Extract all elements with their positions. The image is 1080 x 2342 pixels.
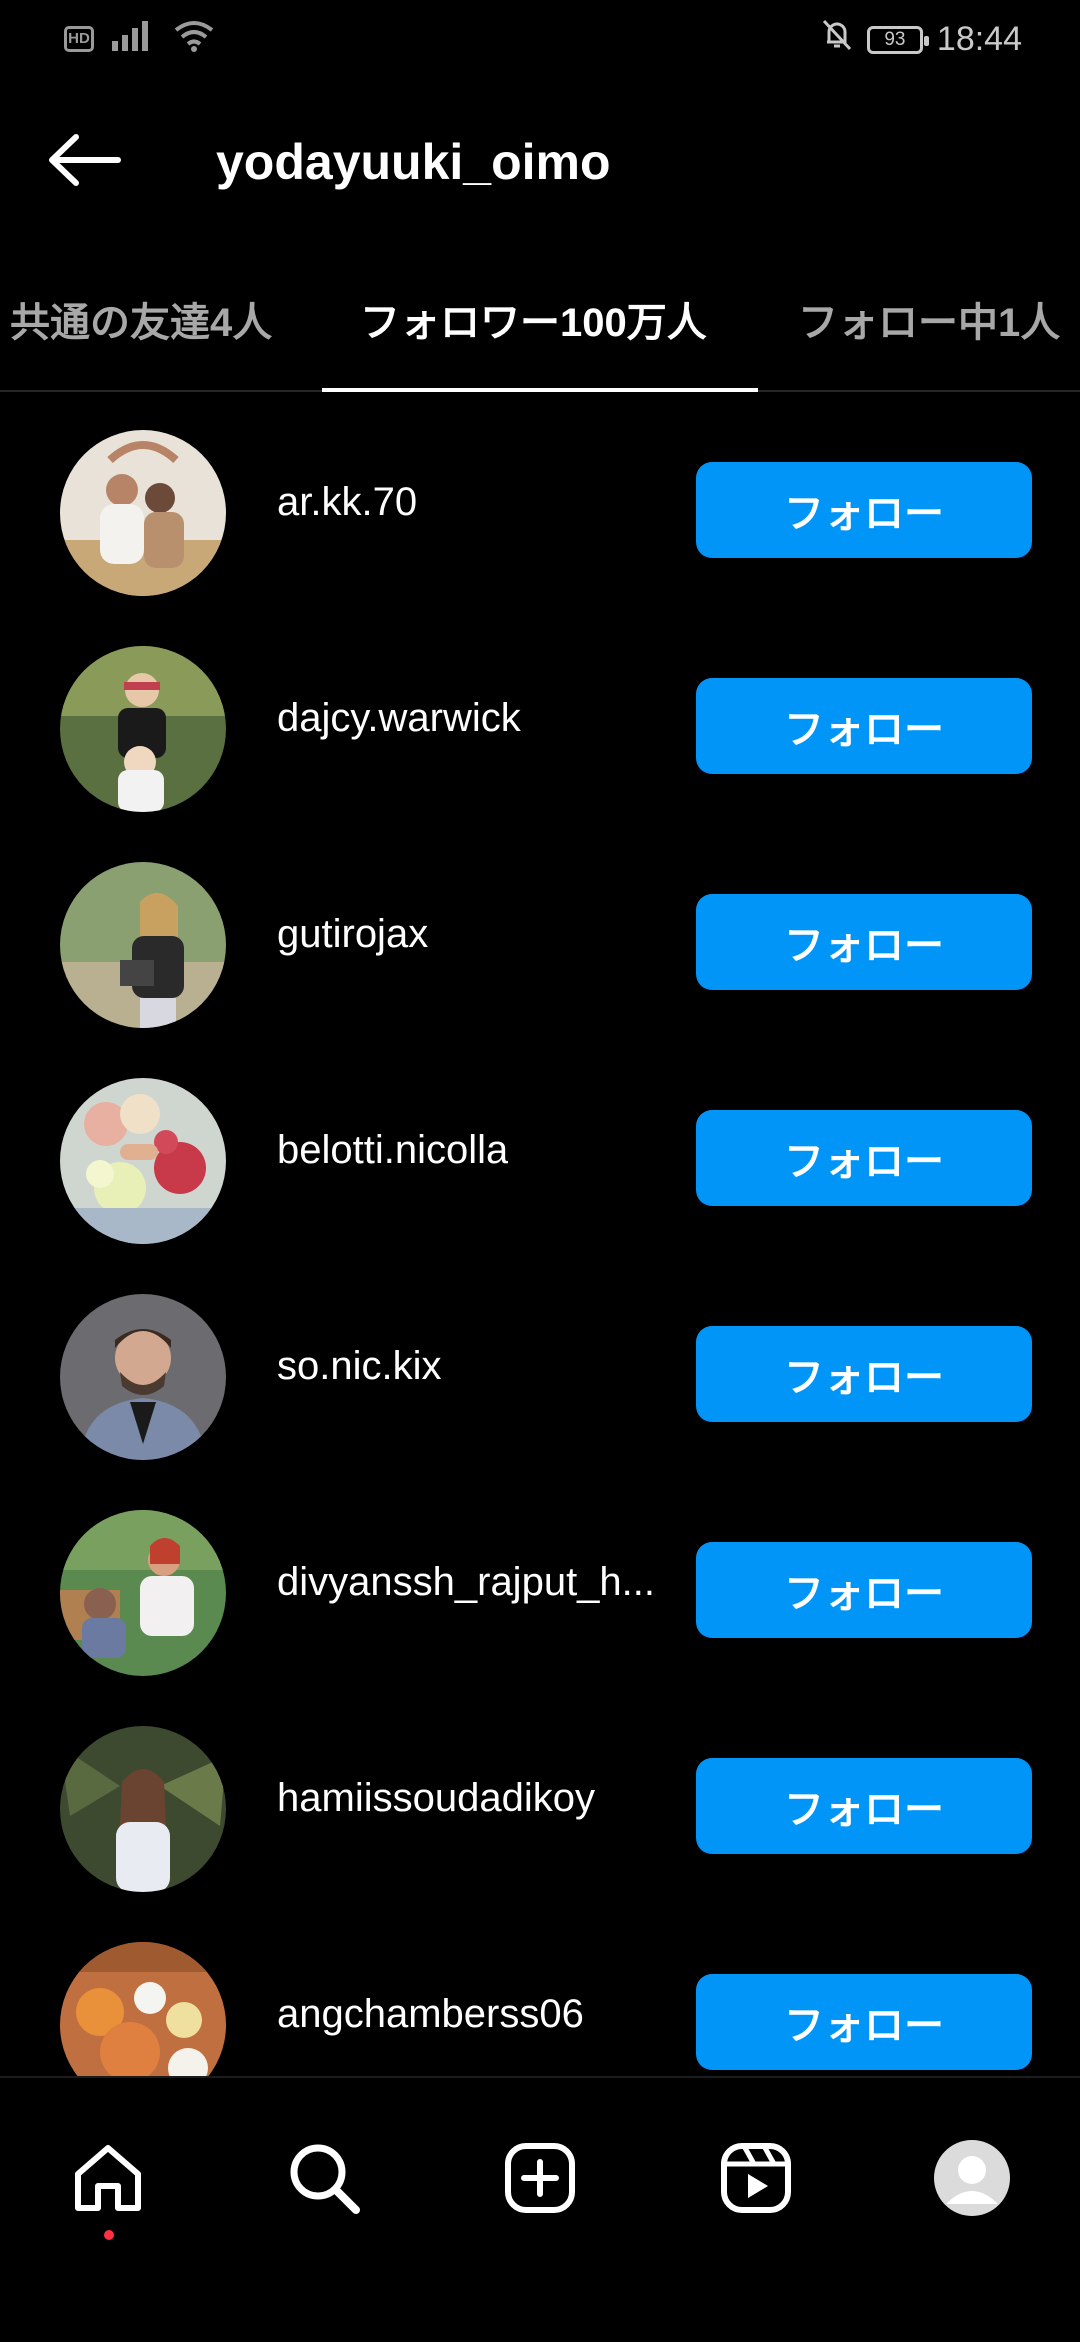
avatar[interactable] [60,1294,226,1460]
follow-button[interactable]: フォロー [696,462,1032,558]
bell-muted-icon [821,18,853,61]
avatar[interactable] [60,430,226,596]
list-item[interactable]: gutirojax フォロー [0,832,1080,1048]
username[interactable]: gutirojax [277,912,428,957]
status-left: HD [64,20,214,57]
nav-reels[interactable] [696,2118,816,2238]
nav-create[interactable] [480,2118,600,2238]
avatar[interactable] [60,862,226,1028]
reels-icon [721,2143,791,2213]
avatar[interactable] [60,646,226,812]
username[interactable]: divyanssh_rajput_h... [277,1560,655,1605]
list-item[interactable]: hamiissoudadikoy フォロー [0,1696,1080,1912]
profile-avatar [934,2140,1010,2216]
avatar[interactable] [60,1726,226,1892]
tab-mutual-friends[interactable]: 共通の友達4人 [10,290,272,348]
follow-button[interactable]: フォロー [696,1542,1032,1638]
active-tab-indicator [322,388,758,392]
tab-following[interactable]: フォロー中1人 [798,290,1060,348]
follow-button[interactable]: フォロー [696,1974,1032,2070]
username[interactable]: dajcy.warwick [277,696,521,741]
arrow-left-icon [49,134,121,186]
avatar[interactable] [60,1078,226,1244]
signal-icon [112,21,156,56]
status-bar: HD 93 18:44 [0,0,1080,80]
username[interactable]: belotti.nicolla [277,1128,508,1173]
tab-bar: 共通の友達4人 フォロワー100万人 フォロー中1人 [0,270,1080,392]
list-item[interactable]: angchamberss06 フォロー [0,1912,1080,2076]
follow-button[interactable]: フォロー [696,1326,1032,1422]
nav-search[interactable] [264,2118,384,2238]
wifi-icon [174,20,214,57]
create-icon [505,2143,575,2213]
follow-button[interactable]: フォロー [696,1110,1032,1206]
list-item[interactable]: ar.kk.70 フォロー [0,400,1080,616]
nav-profile[interactable] [912,2118,1032,2238]
status-right: 93 18:44 [821,18,1022,61]
back-button[interactable] [40,125,130,195]
avatar[interactable] [60,1510,226,1676]
battery-icon: 93 [866,25,929,54]
username[interactable]: angchamberss06 [277,1992,584,2037]
list-item[interactable]: so.nic.kix フォロー [0,1264,1080,1480]
tab-followers[interactable]: フォロワー100万人 [360,290,707,348]
header: yodayuuki_oimo [0,115,1080,205]
follow-button[interactable]: フォロー [696,1758,1032,1854]
list-item[interactable]: dajcy.warwick フォロー [0,616,1080,832]
follow-button[interactable]: フォロー [696,678,1032,774]
list-item[interactable]: divyanssh_rajput_h... フォロー [0,1480,1080,1696]
page-title: yodayuuki_oimo [216,134,611,190]
avatar[interactable] [60,1942,226,2076]
search-icon [290,2144,360,2214]
home-icon [75,2145,141,2211]
hd-indicator: HD [64,25,94,52]
list-item[interactable]: belotti.nicolla フォロー [0,1048,1080,1264]
follow-button[interactable]: フォロー [696,894,1032,990]
clock: 18:44 [936,20,1022,58]
nav-home[interactable] [48,2118,168,2240]
followers-list[interactable]: ar.kk.70 フォロー dajcy.warwick フォロー gutiroj… [0,400,1080,2076]
notification-dot [104,2230,114,2240]
username[interactable]: hamiissoudadikoy [277,1776,595,1821]
username[interactable]: ar.kk.70 [277,480,417,525]
username[interactable]: so.nic.kix [277,1344,442,1389]
bottom-nav [0,2076,1080,2342]
